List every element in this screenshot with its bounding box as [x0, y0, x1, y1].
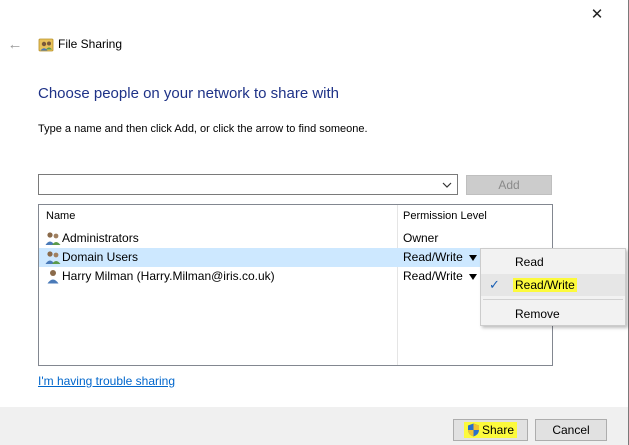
group-users-icon	[45, 251, 61, 264]
permission-dropdown-caret-icon[interactable]	[469, 255, 477, 261]
back-button[interactable]: ←	[6, 33, 24, 55]
column-header-name[interactable]: Name	[46, 210, 75, 222]
row-permission[interactable]: Read/Write	[403, 250, 463, 264]
group-users-icon	[45, 232, 61, 245]
name-combobox[interactable]	[38, 174, 458, 195]
checkmark-icon: ✓	[489, 277, 500, 292]
share-button-content[interactable]: Share	[463, 422, 518, 438]
menu-item-label: Read	[515, 255, 544, 269]
chevron-down-icon[interactable]	[442, 182, 452, 188]
instructions-text: Type a name and then click Add, or click…	[38, 123, 368, 135]
footer-bar	[0, 407, 628, 445]
table-row[interactable]: Harry Milman (Harry.Milman@iris.co.uk) R…	[39, 267, 552, 286]
row-permission[interactable]: Read/Write	[403, 269, 463, 283]
single-user-icon	[47, 270, 59, 284]
permission-context-menu: Read ✓ Read/Write Remove	[480, 248, 626, 326]
share-button[interactable]: Share	[453, 419, 528, 441]
menu-item-label: Remove	[515, 307, 560, 321]
window-title: File Sharing	[58, 37, 123, 51]
close-icon[interactable]: ✕	[591, 5, 604, 23]
file-sharing-icon	[38, 38, 54, 52]
permission-dropdown-caret-icon[interactable]	[469, 274, 477, 280]
page-heading: Choose people on your network to share w…	[38, 85, 340, 102]
menu-item-read[interactable]: Read	[481, 251, 625, 273]
menu-item-read-write[interactable]: ✓ Read/Write	[481, 274, 625, 296]
shield-icon	[467, 423, 479, 437]
combo-dropdown-button[interactable]	[440, 175, 454, 194]
column-header-permission[interactable]: Permission Level	[403, 210, 487, 222]
row-name: Domain Users	[62, 250, 139, 264]
share-button-label: Share	[481, 423, 515, 437]
row-permission: Owner	[403, 231, 439, 245]
close-button[interactable]: ✕	[584, 0, 610, 28]
table-row[interactable]: Administrators Owner	[39, 229, 552, 248]
cancel-button[interactable]: Cancel	[535, 419, 607, 441]
menu-item-label: Read/Write	[513, 278, 577, 292]
menu-separator	[483, 299, 623, 300]
name-input[interactable]	[41, 176, 441, 193]
trouble-sharing-link[interactable]: I'm having trouble sharing	[38, 374, 175, 388]
table-row-selected[interactable]: Domain Users Read/Write	[39, 248, 552, 267]
add-button[interactable]: Add	[466, 175, 552, 195]
menu-item-remove[interactable]: Remove	[481, 303, 625, 325]
back-arrow-icon[interactable]: ←	[8, 36, 23, 53]
row-name: Administrators	[62, 231, 139, 245]
row-name: Harry Milman (Harry.Milman@iris.co.uk)	[62, 269, 275, 283]
